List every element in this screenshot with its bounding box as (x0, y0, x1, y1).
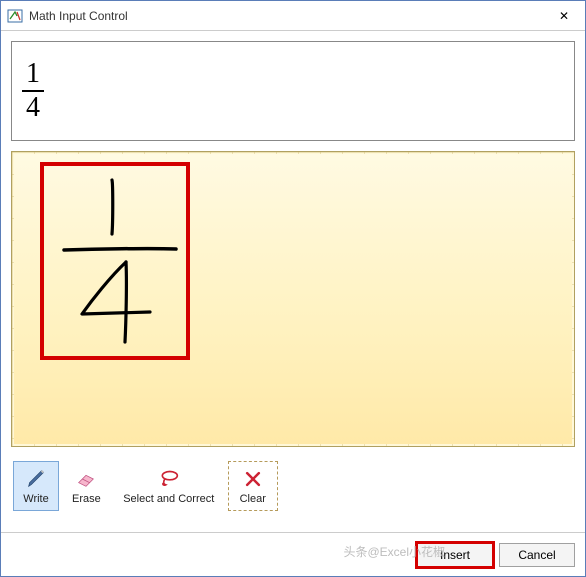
erase-button[interactable]: Erase (63, 461, 110, 511)
fraction-preview: 1 4 (22, 60, 44, 122)
math-input-window: Math Input Control ✕ 1 4 (0, 0, 586, 577)
write-label: Write (23, 493, 48, 505)
toolbar: Write Erase Select and C (11, 457, 575, 515)
pen-icon (24, 468, 48, 490)
app-icon (7, 8, 23, 24)
clear-button[interactable]: Clear (228, 461, 278, 511)
ink-strokes (40, 162, 190, 360)
math-preview: 1 4 (11, 41, 575, 141)
content-area: 1 4 Write (1, 31, 585, 532)
preview-denominator: 4 (22, 90, 44, 122)
write-button[interactable]: Write (13, 461, 59, 511)
preview-numerator: 1 (22, 60, 44, 90)
insert-button[interactable]: Insert (417, 543, 493, 567)
lasso-icon (157, 468, 181, 490)
eraser-icon (74, 468, 98, 490)
titlebar: Math Input Control ✕ (1, 1, 585, 31)
select-correct-label: Select and Correct (123, 493, 214, 505)
footer: 头条@Excel小花椒 Insert Cancel (1, 532, 585, 576)
clear-label: Clear (240, 493, 266, 505)
close-button[interactable]: ✕ (543, 2, 585, 30)
ink-canvas[interactable] (11, 151, 575, 447)
erase-label: Erase (72, 493, 101, 505)
close-icon: ✕ (559, 9, 569, 23)
window-title: Math Input Control (29, 9, 543, 23)
select-correct-button[interactable]: Select and Correct (114, 461, 224, 511)
clear-icon (241, 468, 265, 490)
cancel-button[interactable]: Cancel (499, 543, 575, 567)
